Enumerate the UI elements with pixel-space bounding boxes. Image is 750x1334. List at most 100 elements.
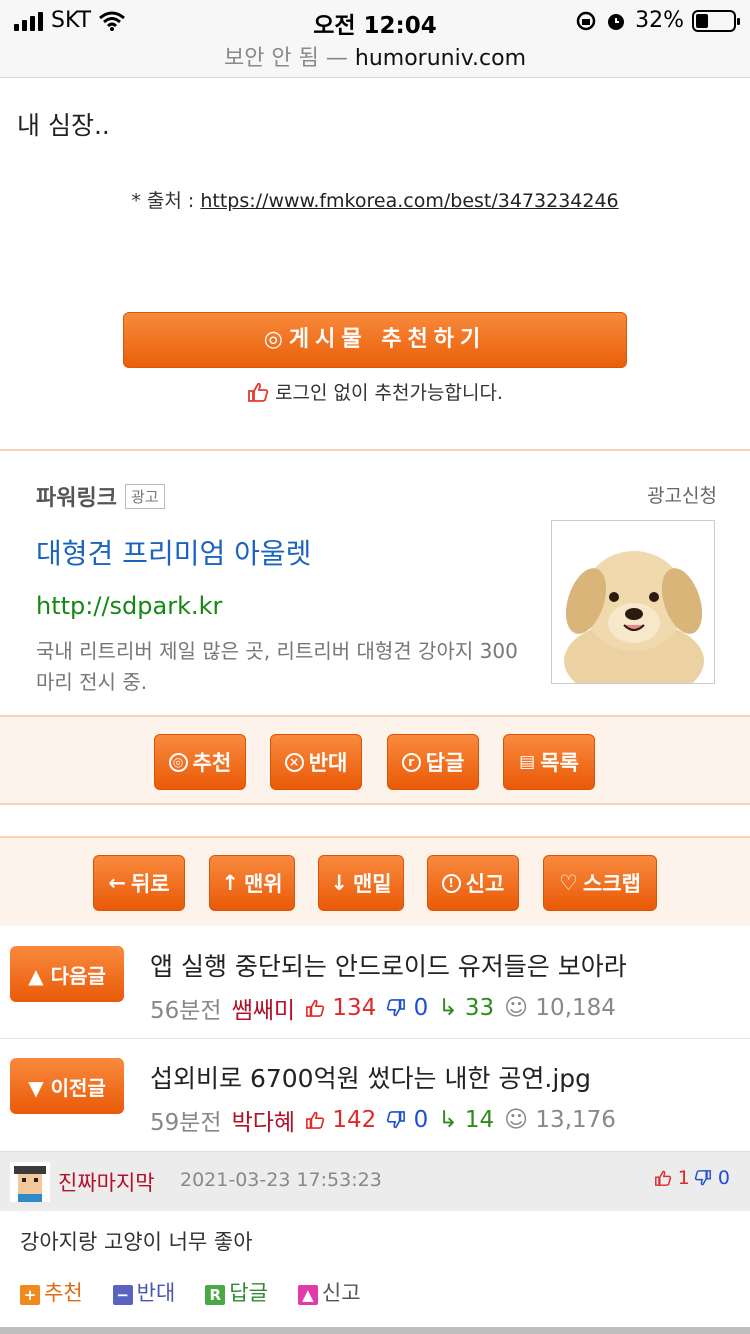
recommend-label: 추천	[192, 751, 232, 775]
prev-post-title[interactable]: 섭외비로 6700억원 썼다는 내한 공연.jpg	[150, 1059, 591, 1095]
prev-post-button[interactable]: ▼ 이전글	[10, 1058, 124, 1114]
scrap-button[interactable]: ♡ 스크랩	[543, 855, 657, 911]
report-icon: !	[441, 873, 461, 893]
comment-date: 2021-03-23 17:53:23	[180, 1169, 382, 1191]
next-post-title[interactable]: 앱 실행 중단되는 안드로이드 유저들은 보아라	[150, 947, 627, 983]
thumbs-up-icon	[306, 999, 325, 1017]
reply-arrow-icon: ↳	[438, 1107, 458, 1133]
prev-post-down: 0	[386, 1107, 428, 1133]
comment-votes: 1 0	[654, 1167, 730, 1189]
url-domain: humoruniv.com	[354, 46, 527, 71]
post-action-bar: ◎ 추천 × 반대 r 답글 ▤ 목록	[0, 715, 750, 805]
post-body-text: 내 심장..	[17, 111, 110, 140]
next-post-up: 134	[305, 995, 376, 1021]
prev-post-meta: 59분전 박다혜 142 0 ↳ 14 ☺ 13,176	[150, 1103, 616, 1137]
next-post-up-count: 134	[332, 995, 377, 1021]
prev-post-up: 142	[305, 1107, 376, 1133]
alarm-icon	[608, 13, 625, 30]
next-post-meta: 56분전 쌤쌔미 134 0 ↳ 33 ☺ 10,184	[150, 991, 616, 1025]
list-icon: ▤	[519, 752, 536, 772]
address-bar[interactable]: 보안 안 됨 — humoruniv.com	[0, 40, 750, 72]
scrap-label: 스크랩	[582, 872, 641, 896]
next-comment-edge	[0, 1327, 750, 1334]
top-button[interactable]: ↑ 맨위	[209, 855, 295, 911]
ad-header: 파워링크 광고	[36, 480, 165, 512]
source-label: * 출처 :	[131, 190, 201, 212]
next-post-button[interactable]: ▲ 다음글	[10, 946, 124, 1002]
ad-header-label: 파워링크	[36, 486, 117, 511]
reply-icon: r	[401, 752, 421, 772]
comment-down[interactable]: 0	[694, 1167, 730, 1189]
list-button[interactable]: ▤ 목록	[503, 734, 595, 790]
thumbs-up-icon	[248, 382, 269, 402]
report-label: 신고	[465, 872, 505, 896]
ad-puppy-image[interactable]	[551, 520, 715, 684]
plus-icon: +	[20, 1285, 40, 1305]
prev-post-reply-count: 14	[464, 1107, 495, 1133]
oppose-icon: ×	[284, 752, 304, 772]
comment-reply-button[interactable]: R 답글	[205, 1277, 268, 1307]
recommend-icon: ◎	[168, 752, 188, 772]
prev-post-author[interactable]: 박다혜	[232, 1103, 295, 1137]
source-link[interactable]: https://www.fmkorea.com/best/3473234246	[200, 190, 618, 212]
next-post-author[interactable]: 쌤쌔미	[232, 991, 295, 1025]
comment-report-button[interactable]: ▲ 신고	[297, 1277, 361, 1307]
next-post-view-count: 10,184	[535, 995, 616, 1021]
thumbs-down-icon	[387, 1111, 406, 1129]
comment-oppose-button[interactable]: − 반대	[112, 1277, 176, 1307]
list-label: 목록	[540, 751, 579, 775]
thumbs-up-icon	[306, 1111, 325, 1129]
post-recommend-button[interactable]: ◎게시물 추천하기	[123, 312, 627, 368]
reply-r-icon: R	[205, 1285, 226, 1305]
oppose-label: 반대	[308, 751, 348, 775]
reply-label: 답글	[425, 751, 465, 775]
avatar	[10, 1162, 50, 1202]
navigation-action-bar: ← 뒤로 ↑ 맨위 ↓ 맨밑 ! 신고 ♡ 스크랩	[0, 836, 750, 926]
report-button[interactable]: ! 신고	[427, 855, 519, 911]
prev-post-replies: ↳ 14	[438, 1107, 494, 1133]
next-post-views: ☺ 10,184	[504, 995, 616, 1021]
ad-description: 국내 리트리버 제일 많은 곳, 리트리버 대형견 강아지 300마리 전시 중…	[36, 639, 518, 694]
pixel-avatar-icon	[14, 1166, 46, 1202]
thumbs-down-icon	[694, 1170, 711, 1186]
comment-report-label: 신고	[321, 1281, 361, 1305]
thumbs-down-icon	[387, 999, 406, 1017]
comment-recommend-button[interactable]: + 추천	[20, 1277, 83, 1307]
back-button[interactable]: ← 뒤로	[93, 855, 185, 911]
views-icon: ☺	[504, 995, 529, 1021]
up-arrow-icon: ↑	[221, 871, 239, 895]
puppy-illustration	[552, 521, 714, 683]
browser-status-bar: SKT 오전 12:04 32% 보안 안 됨 — humoruniv.com	[0, 0, 750, 78]
bottom-button[interactable]: ↓ 맨밑	[318, 855, 404, 911]
siren-icon: ▲	[297, 1285, 318, 1305]
divider	[0, 449, 750, 451]
ad-title-link[interactable]: 대형견 프리미엄 아울렛	[36, 532, 311, 572]
comment-reply-label: 답글	[229, 1281, 268, 1305]
battery-icon	[692, 9, 740, 32]
prev-post-views: ☺ 13,176	[504, 1107, 616, 1133]
comment-up[interactable]: 1	[654, 1167, 690, 1189]
next-post-reply-count: 33	[464, 995, 495, 1021]
prev-post-down-count: 0	[413, 1107, 429, 1133]
ad-url-link[interactable]: http://sdpark.kr	[36, 592, 222, 620]
minus-icon: −	[112, 1285, 133, 1305]
next-post-down-count: 0	[413, 995, 429, 1021]
comment-author[interactable]: 진짜마지막	[58, 1167, 155, 1197]
rotation-lock-icon	[576, 11, 596, 30]
bottom-label: 맨밑	[352, 872, 392, 896]
heart-icon: ♡	[559, 871, 578, 895]
ad-apply-link[interactable]: 광고신청	[647, 481, 717, 508]
next-post-down: 0	[386, 995, 428, 1021]
oppose-button[interactable]: × 반대	[270, 734, 362, 790]
divider	[0, 1038, 750, 1039]
comment-down-count: 0	[717, 1167, 730, 1189]
comment-recommend-label: 추천	[44, 1281, 83, 1305]
back-arrow-icon: ←	[108, 871, 126, 895]
next-post-time: 56분전	[150, 998, 222, 1024]
comment-header: 진짜마지막 2021-03-23 17:53:23 1 0	[0, 1151, 750, 1211]
reply-button[interactable]: r 답글	[387, 734, 479, 790]
next-post-replies: ↳ 33	[438, 995, 494, 1021]
comment-oppose-label: 반대	[136, 1281, 176, 1305]
comment-actions: + 추천 − 반대 R 답글 ▲ 신고	[20, 1277, 361, 1307]
recommend-button[interactable]: ◎ 추천	[154, 734, 246, 790]
